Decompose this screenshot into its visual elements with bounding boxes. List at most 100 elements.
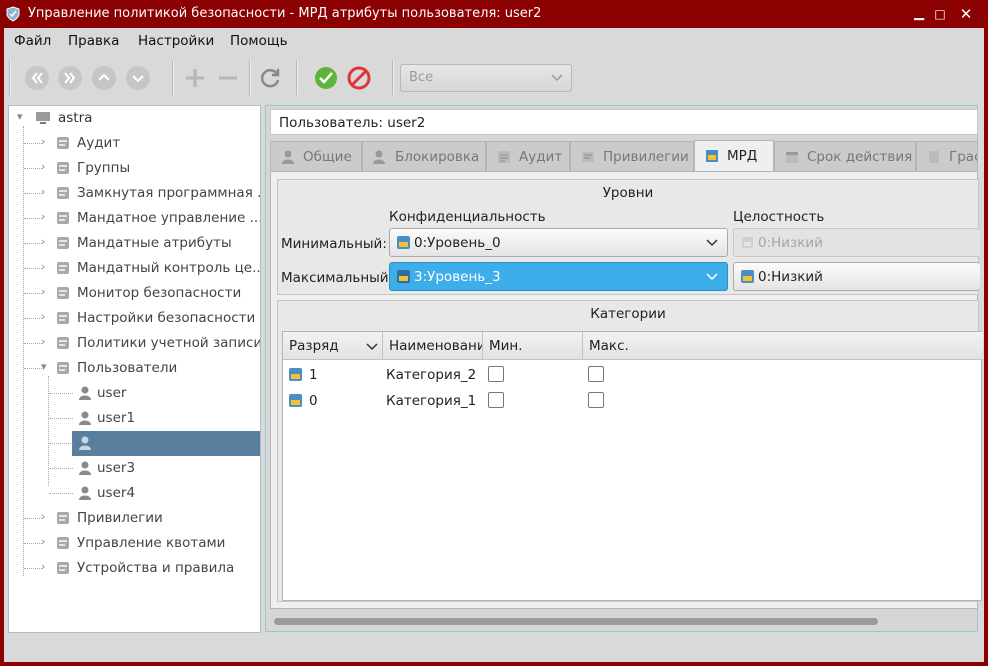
tree-item[interactable]: › Аудит — [9, 131, 260, 156]
maximize-button[interactable]: □ — [931, 5, 949, 23]
max-integrity-select[interactable]: 0:Низкий — [733, 262, 980, 291]
column-header-name[interactable]: Наименовани — [383, 332, 483, 360]
level-icon — [741, 270, 754, 283]
tree-item-user[interactable]: user4 — [9, 481, 260, 506]
tree-item[interactable]: › Мандатное управление ... — [9, 206, 260, 231]
apply-icon[interactable] — [313, 65, 339, 91]
tree-item-user[interactable]: user2 — [9, 431, 260, 456]
tree-item[interactable]: › Устройства и правила — [9, 556, 260, 581]
tree-item-user[interactable]: user1 — [9, 406, 260, 431]
expand-arrow-icon[interactable]: › — [41, 160, 51, 176]
max-checkbox[interactable] — [588, 366, 604, 382]
tree-root-label: astra — [58, 110, 93, 126]
tree-item-user[interactable]: user — [9, 381, 260, 406]
chevron-down-icon — [706, 239, 718, 247]
calendar-icon — [786, 152, 798, 163]
tree-root-astra[interactable]: ▾ astra — [9, 106, 260, 131]
expand-arrow-icon[interactable]: › — [41, 135, 51, 151]
tree-item[interactable]: › Мандатные атрибуты — [9, 231, 260, 256]
tree-item-label: Монитор безопасности — [77, 285, 242, 301]
tree-item-label: Устройства и правила — [77, 560, 235, 576]
tab-graphic[interactable]: Грас — [916, 141, 978, 171]
min-checkbox[interactable] — [488, 392, 504, 408]
minimize-button[interactable]: ▁ — [910, 5, 928, 23]
tree-item-label: Политики учетной записи — [77, 335, 261, 351]
expand-arrow-icon[interactable]: › — [41, 285, 51, 301]
last-icon[interactable] — [57, 65, 83, 91]
expand-arrow-icon[interactable]: › — [41, 560, 51, 576]
user-icon — [79, 386, 91, 400]
expand-arrow-icon[interactable]: › — [41, 310, 51, 326]
users-icon — [57, 362, 69, 374]
expand-arrow-icon[interactable]: › — [41, 235, 51, 251]
tab-privileges-label: Привилегии — [603, 149, 689, 165]
tree-item[interactable]: › Мандатный контроль це... — [9, 256, 260, 281]
category-icon — [289, 368, 302, 381]
menu-edit[interactable]: Правка — [68, 33, 119, 49]
cancel-icon[interactable] — [346, 65, 372, 91]
menu-help[interactable]: Помощь — [230, 33, 288, 49]
tree-item[interactable]: › Настройки безопасности — [9, 306, 260, 331]
tree-item[interactable]: › Замкнутая программная ... — [9, 181, 260, 206]
tree-user-label: user — [97, 385, 127, 401]
column-header-max[interactable]: Макс. — [583, 332, 983, 360]
max-confidentiality-select[interactable]: 3:Уровень_3 — [389, 262, 728, 291]
down-icon[interactable] — [125, 65, 151, 91]
collapse-arrow-icon[interactable]: ▾ — [41, 360, 51, 376]
categories-title: Категории — [590, 306, 666, 322]
tab-mrd[interactable]: МРД — [694, 140, 774, 171]
menu-file[interactable]: Файл — [14, 33, 51, 49]
expand-arrow-icon[interactable]: › — [41, 335, 51, 351]
tab-expiry[interactable]: Срок действия — [774, 141, 916, 171]
client-area: Файл Правка Настройки Помощь Все ▾ astra… — [4, 28, 984, 662]
details-panel: Пользователь: user2 Общие Блокировка Ауд… — [265, 105, 983, 632]
horizontal-scrollbar[interactable] — [274, 618, 878, 625]
min-confidentiality-select[interactable]: 0:Уровень_0 — [389, 228, 728, 257]
column-header-min[interactable]: Мин. — [483, 332, 583, 360]
tree-guide — [24, 193, 42, 194]
expand-arrow-icon[interactable]: › — [41, 510, 51, 526]
max-checkbox[interactable] — [588, 392, 604, 408]
close-button[interactable]: ✕ — [957, 5, 975, 23]
menu-settings[interactable]: Настройки — [138, 33, 214, 49]
tree-item[interactable]: › Группы — [9, 156, 260, 181]
tree-item-label: Замкнутая программная ... — [77, 185, 261, 201]
tree-item[interactable]: › Управление квотами — [9, 531, 260, 556]
expand-arrow-icon[interactable]: › — [41, 260, 51, 276]
tree-guide — [49, 468, 73, 469]
min-integrity-select[interactable]: 0:Низкий — [733, 228, 980, 257]
tab-privileges[interactable]: Привилегии — [570, 141, 694, 171]
expand-arrow-icon[interactable]: › — [41, 210, 51, 226]
min-checkbox[interactable] — [488, 366, 504, 382]
refresh-icon[interactable] — [257, 65, 283, 91]
tab-mrd-label: МРД — [727, 148, 758, 164]
tree-item-user[interactable]: user3 — [9, 456, 260, 481]
tree-guide — [24, 243, 42, 244]
expand-arrow-icon[interactable]: › — [41, 535, 51, 551]
first-icon[interactable] — [24, 65, 50, 91]
tree-guide — [24, 543, 42, 544]
tree-item[interactable]: › Монитор безопасности — [9, 281, 260, 306]
sort-chevron-icon — [366, 343, 378, 351]
remove-icon[interactable] — [215, 65, 241, 91]
tree-item[interactable]: › Политики учетной записи — [9, 331, 260, 356]
tab-lock[interactable]: Блокировка — [362, 141, 486, 171]
tab-audit[interactable]: Аудит — [486, 141, 570, 171]
column-header-min-label: Мин. — [489, 338, 523, 354]
add-icon[interactable] — [182, 65, 208, 91]
up-icon[interactable] — [91, 65, 117, 91]
expand-arrow-icon[interactable]: ▾ — [17, 110, 27, 126]
tab-lock-label: Блокировка — [395, 149, 480, 165]
tab-general[interactable]: Общие — [270, 141, 362, 171]
security-settings-icon — [57, 312, 69, 324]
category-name: Категория_2 — [386, 367, 477, 383]
groups-icon — [57, 162, 69, 174]
expand-arrow-icon[interactable]: › — [41, 185, 51, 201]
tab-audit-label: Аудит — [519, 149, 563, 165]
tree-item[interactable]: ▾ Пользователи — [9, 356, 260, 381]
column-header-bit[interactable]: Разряд — [283, 332, 383, 360]
category-icon — [289, 394, 302, 407]
tree-item[interactable]: › Привилегии — [9, 506, 260, 531]
max-confidentiality-value: 3:Уровень_3 — [414, 269, 501, 285]
filter-select[interactable]: Все — [400, 64, 572, 92]
